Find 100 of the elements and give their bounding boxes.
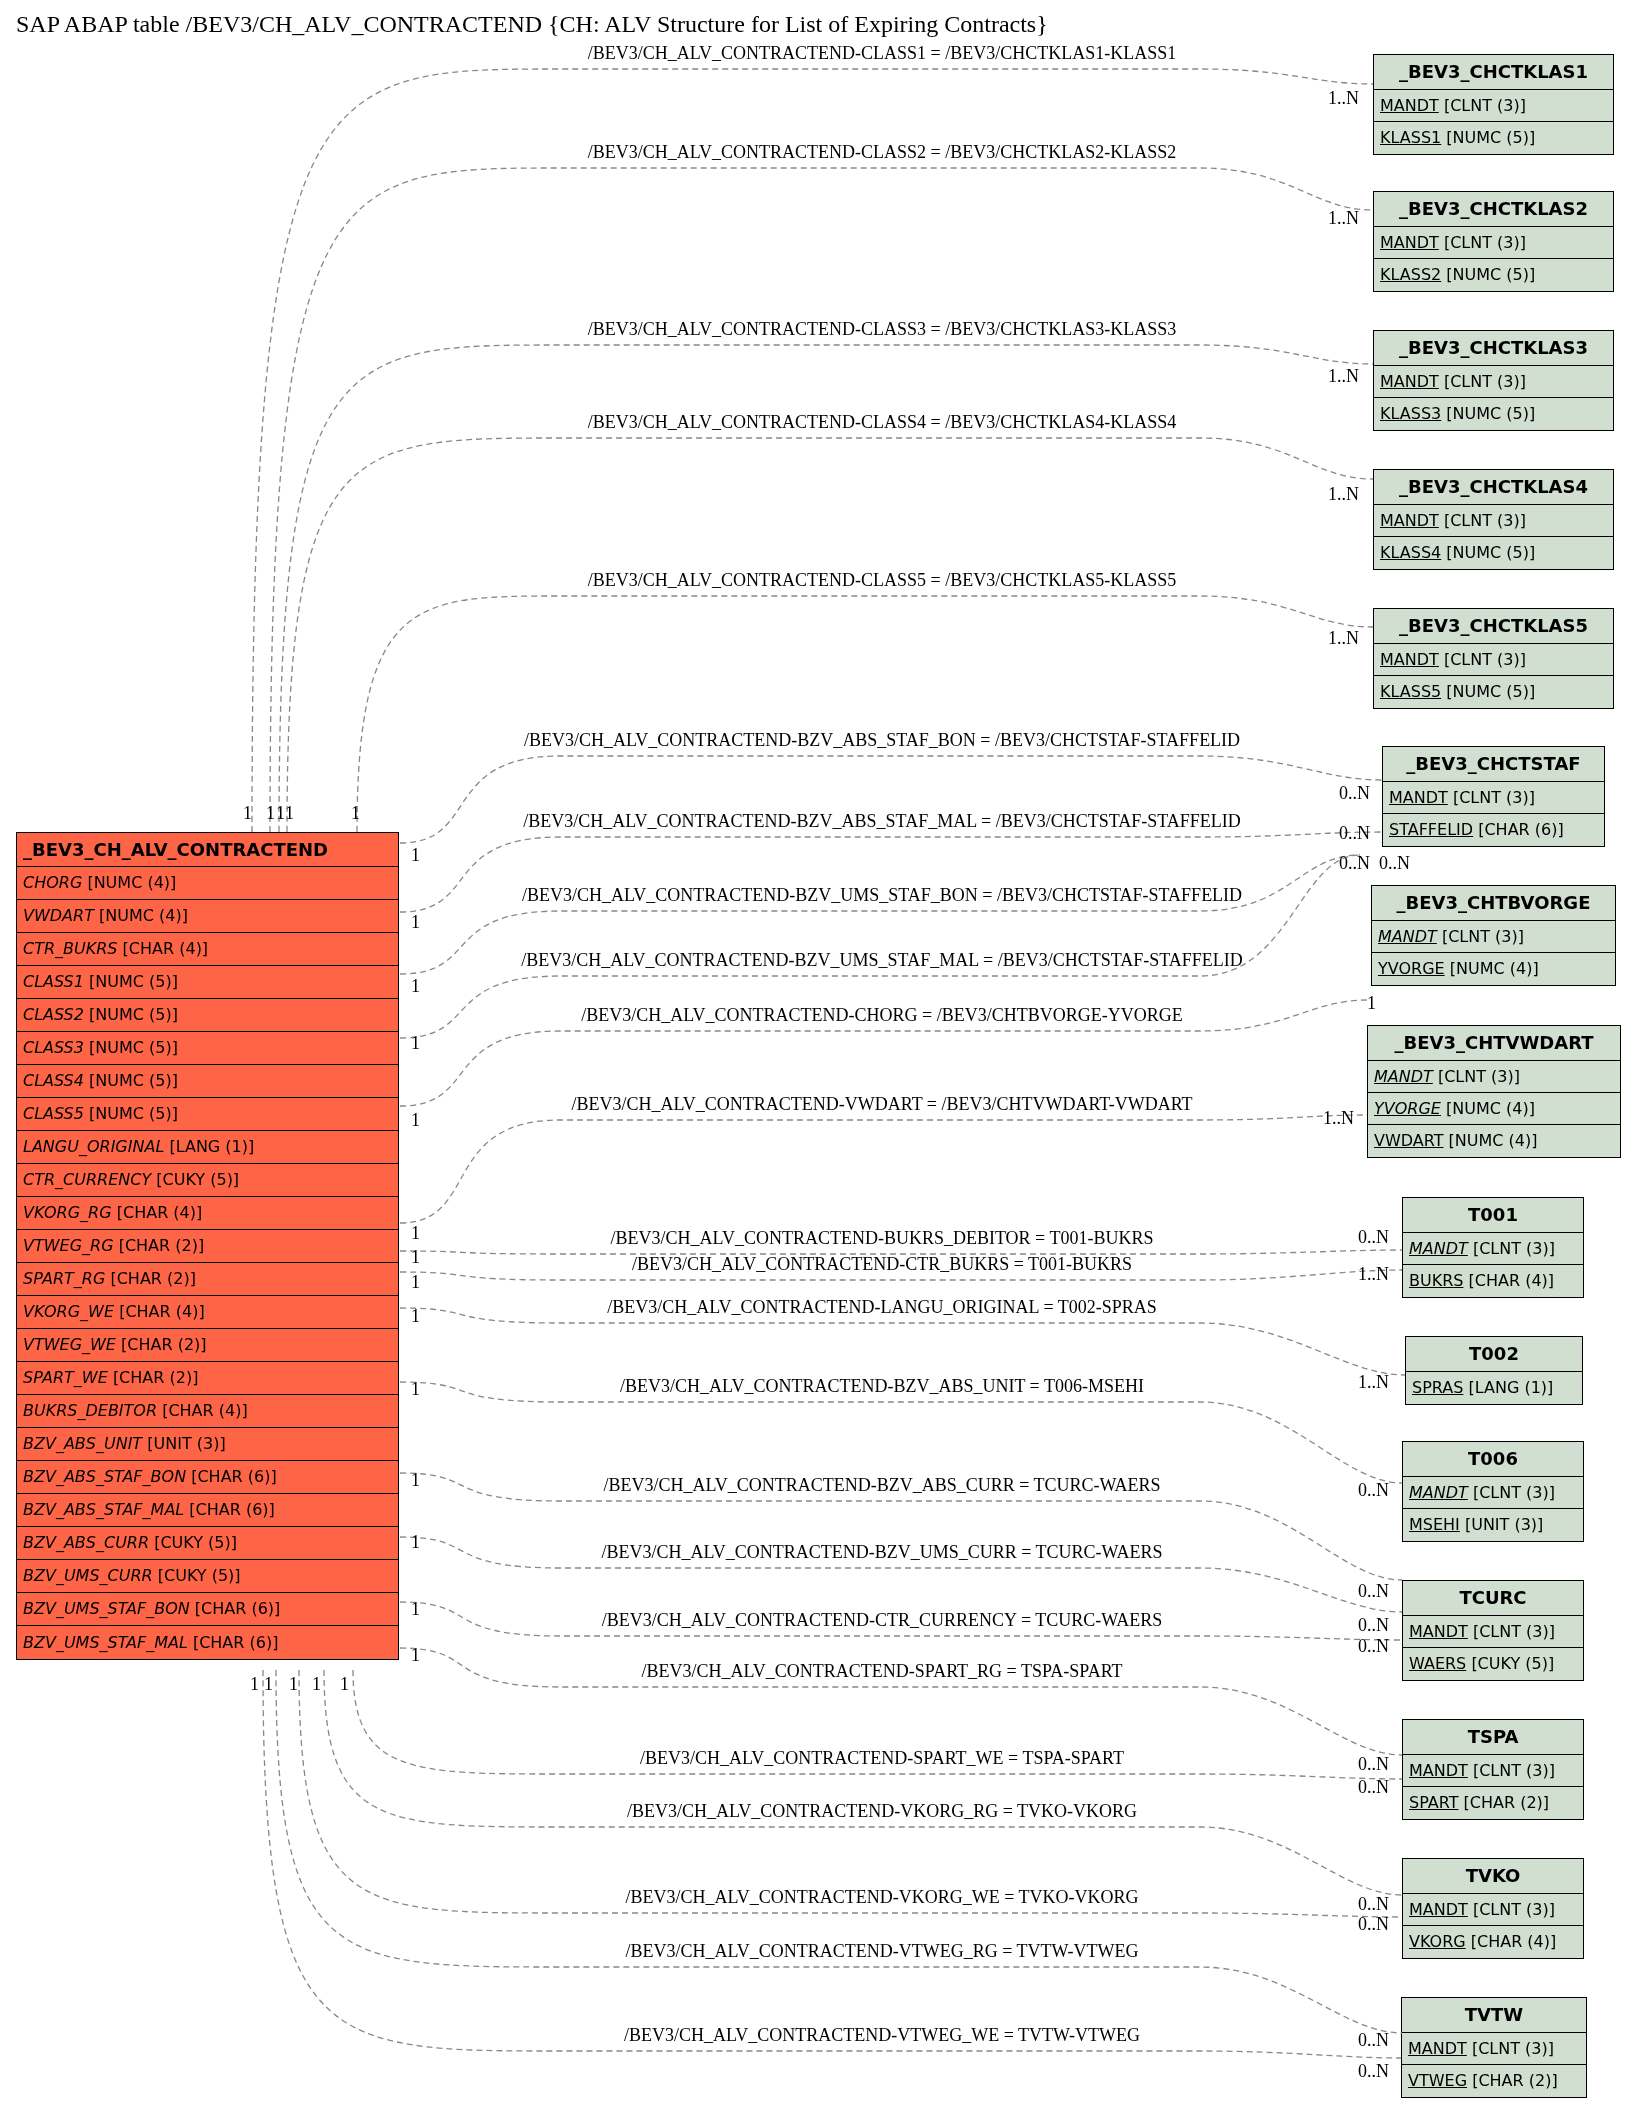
table-field: YVORGE [NUMC (4)] [1372,953,1615,985]
table-field: MANDT [CLNT (3)] [1403,1616,1583,1648]
table-field: BZV_UMS_STAF_MAL [CHAR (6)] [17,1626,398,1659]
relation-label: /BEV3/CH_ALV_CONTRACTEND-BZV_UMS_STAF_BON = /BEV3/CHCTSTAF-STAFFELID [521,883,1243,907]
table-field: CTR_CURRENCY [CUKY (5)] [17,1164,398,1197]
cardinality-label: 1 [411,1221,420,1245]
cardinality-label: 1 [411,1270,420,1294]
cardinality-label: 1..N [1328,364,1359,388]
diagram-title: SAP ABAP table /BEV3/CH_ALV_CONTRACTEND {CH: ALV Structure for List of Expiring Contracts} [16,10,1048,39]
cardinality-label: 1 [411,1377,420,1401]
table-header: _BEV3_CH_ALV_CONTRACTEND [17,833,398,867]
cardinality-label: 0..N [1339,851,1370,875]
relation-label: /BEV3/CH_ALV_CONTRACTEND-SPART_RG = TSPA-SPART [641,1659,1123,1683]
cardinality-label: 1 [351,801,360,825]
table-header: _BEV3_CHCTKLAS1 [1374,55,1613,90]
table-field: VTWEG_RG [CHAR (2)] [17,1230,398,1263]
cardinality-label: 1..N [1328,86,1359,110]
relation-label: /BEV3/CH_ALV_CONTRACTEND-CLASS3 = /BEV3/CHCTKLAS3-KLASS3 [587,317,1177,341]
cardinality-label: 1 [411,1304,420,1328]
relation-label: /BEV3/CH_ALV_CONTRACTEND-CLASS4 = /BEV3/CHCTKLAS4-KLASS4 [587,410,1177,434]
table-field: CLASS5 [NUMC (5)] [17,1098,398,1131]
relation-label: /BEV3/CH_ALV_CONTRACTEND-SPART_WE = TSPA-SPART [639,1746,1125,1770]
relation-label: /BEV3/CH_ALV_CONTRACTEND-BZV_ABS_STAF_BON = /BEV3/CHCTSTAF-STAFFELID [523,728,1241,752]
cardinality-label: 0..N [1358,1478,1389,1502]
cardinality-label: 0..N [1358,1775,1389,1799]
cardinality-label: 1 [276,801,285,825]
cardinality-label: 1 [340,1672,349,1696]
cardinality-label: 1 [289,1672,298,1696]
table-field: VTWEG [CHAR (2)] [1402,2065,1586,2097]
relation-label: /BEV3/CH_ALV_CONTRACTEND-VWDART = /BEV3/CHTVWDART-VWDART [571,1092,1193,1116]
relation-label: /BEV3/CH_ALV_CONTRACTEND-LANGU_ORIGINAL = T002-SPRAS [607,1295,1157,1319]
table-field: SPART_WE [CHAR (2)] [17,1362,398,1395]
table-field: BUKRS_DEBITOR [CHAR (4)] [17,1395,398,1428]
table-field: BZV_ABS_STAF_BON [CHAR (6)] [17,1461,398,1494]
table-field: STAFFELID [CHAR (6)] [1383,814,1604,846]
relation-label: /BEV3/CH_ALV_CONTRACTEND-VKORG_WE = TVKO-VKORG [625,1885,1139,1909]
table-header: T002 [1406,1337,1582,1372]
table-field: CLASS2 [NUMC (5)] [17,999,398,1032]
relation-label: /BEV3/CH_ALV_CONTRACTEND-VTWEG_WE = TVTW-VTWEG [623,2023,1141,2047]
table-header: TVTW [1402,1998,1586,2033]
table-header: _BEV3_CHCTKLAS2 [1374,192,1613,227]
relation-label: /BEV3/CH_ALV_CONTRACTEND-BUKRS_DEBITOR = T001-BUKRS [610,1226,1154,1250]
table-field: CHORG [NUMC (4)] [17,867,398,900]
relation-label: /BEV3/CH_ALV_CONTRACTEND-BZV_ABS_UNIT = T006-MSEHI [620,1374,1144,1398]
table-field: BZV_UMS_CURR [CUKY (5)] [17,1560,398,1593]
table-header: _BEV3_CHCTSTAF [1383,747,1604,782]
table-field: MANDT [CLNT (3)] [1383,782,1604,814]
table-field: KLASS5 [NUMC (5)] [1374,676,1613,708]
cardinality-label: 1 [411,1245,420,1269]
table-field: VKORG_WE [CHAR (4)] [17,1296,398,1329]
cardinality-label: 1 [411,1643,420,1667]
cardinality-label: 0..N [1358,2028,1389,2052]
table-field: MANDT [CLNT (3)] [1374,366,1613,398]
cardinality-label: 0..N [1339,821,1370,845]
table-field: MANDT [CLNT (3)] [1402,2033,1586,2065]
table-field: VWDART [NUMC (4)] [1368,1125,1620,1157]
cardinality-label: 1 [411,1031,420,1055]
relation-label: /BEV3/CH_ALV_CONTRACTEND-CLASS2 = /BEV3/CHCTKLAS2-KLASS2 [587,140,1177,164]
table-header: TCURC [1403,1581,1583,1616]
table-header: _BEV3_CHTVWDART [1368,1026,1620,1061]
cardinality-label: 1 [411,1108,420,1132]
cardinality-label: 1 [411,1468,420,1492]
cardinality-label: 1 [411,1530,420,1554]
cardinality-label: 1..N [1358,1262,1389,1286]
relation-label: /BEV3/CH_ALV_CONTRACTEND-VTWEG_RG = TVTW-VTWEG [625,1939,1139,1963]
table-field: KLASS3 [NUMC (5)] [1374,398,1613,430]
table-header: _BEV3_CHCTKLAS3 [1374,331,1613,366]
table-field: WAERS [CUKY (5)] [1403,1648,1583,1680]
relation-label: /BEV3/CH_ALV_CONTRACTEND-BZV_ABS_CURR = TCURC-WAERS [603,1473,1161,1497]
cardinality-label: 1 [312,1672,321,1696]
table-header: _BEV3_CHTBVORGE [1372,886,1615,921]
table-field: MSEHI [UNIT (3)] [1403,1509,1583,1541]
cardinality-label: 1..N [1358,1370,1389,1394]
cardinality-label: 0..N [1358,2059,1389,2083]
cardinality-label: 0..N [1358,1634,1389,1658]
cardinality-label: 1 [411,974,420,998]
table-field: SPRAS [LANG (1)] [1406,1372,1582,1404]
relation-label: /BEV3/CH_ALV_CONTRACTEND-CHORG = /BEV3/CHTBVORGE-YVORGE [581,1003,1183,1027]
table-field: MANDT [CLNT (3)] [1374,90,1613,122]
table-field: SPART_RG [CHAR (2)] [17,1263,398,1296]
table-field: BZV_UMS_STAF_BON [CHAR (6)] [17,1593,398,1626]
cardinality-label: 1 [411,1597,420,1621]
table-field: MANDT [CLNT (3)] [1403,1894,1583,1926]
table-field: MANDT [CLNT (3)] [1368,1061,1620,1093]
cardinality-label: 1..N [1323,1106,1354,1130]
cardinality-label: 0..N [1358,1613,1389,1637]
table-header: _BEV3_CHCTKLAS4 [1374,470,1613,505]
cardinality-label: 1 [285,801,294,825]
relation-label: /BEV3/CH_ALV_CONTRACTEND-CTR_BUKRS = T001-BUKRS [631,1252,1133,1276]
cardinality-label: 1 [243,801,252,825]
table-header: T006 [1403,1442,1583,1477]
table-field: SPART [CHAR (2)] [1403,1787,1583,1819]
table-field: VKORG [CHAR (4)] [1403,1926,1583,1958]
table-field: MANDT [CLNT (3)] [1403,1755,1583,1787]
cardinality-label: 1 [266,801,275,825]
table-field: KLASS4 [NUMC (5)] [1374,537,1613,569]
table-field: CLASS1 [NUMC (5)] [17,966,398,999]
table-header: TVKO [1403,1859,1583,1894]
table-field: CLASS3 [NUMC (5)] [17,1032,398,1065]
relation-label: /BEV3/CH_ALV_CONTRACTEND-BZV_UMS_STAF_MAL = /BEV3/CHCTSTAF-STAFFELID [521,948,1243,972]
